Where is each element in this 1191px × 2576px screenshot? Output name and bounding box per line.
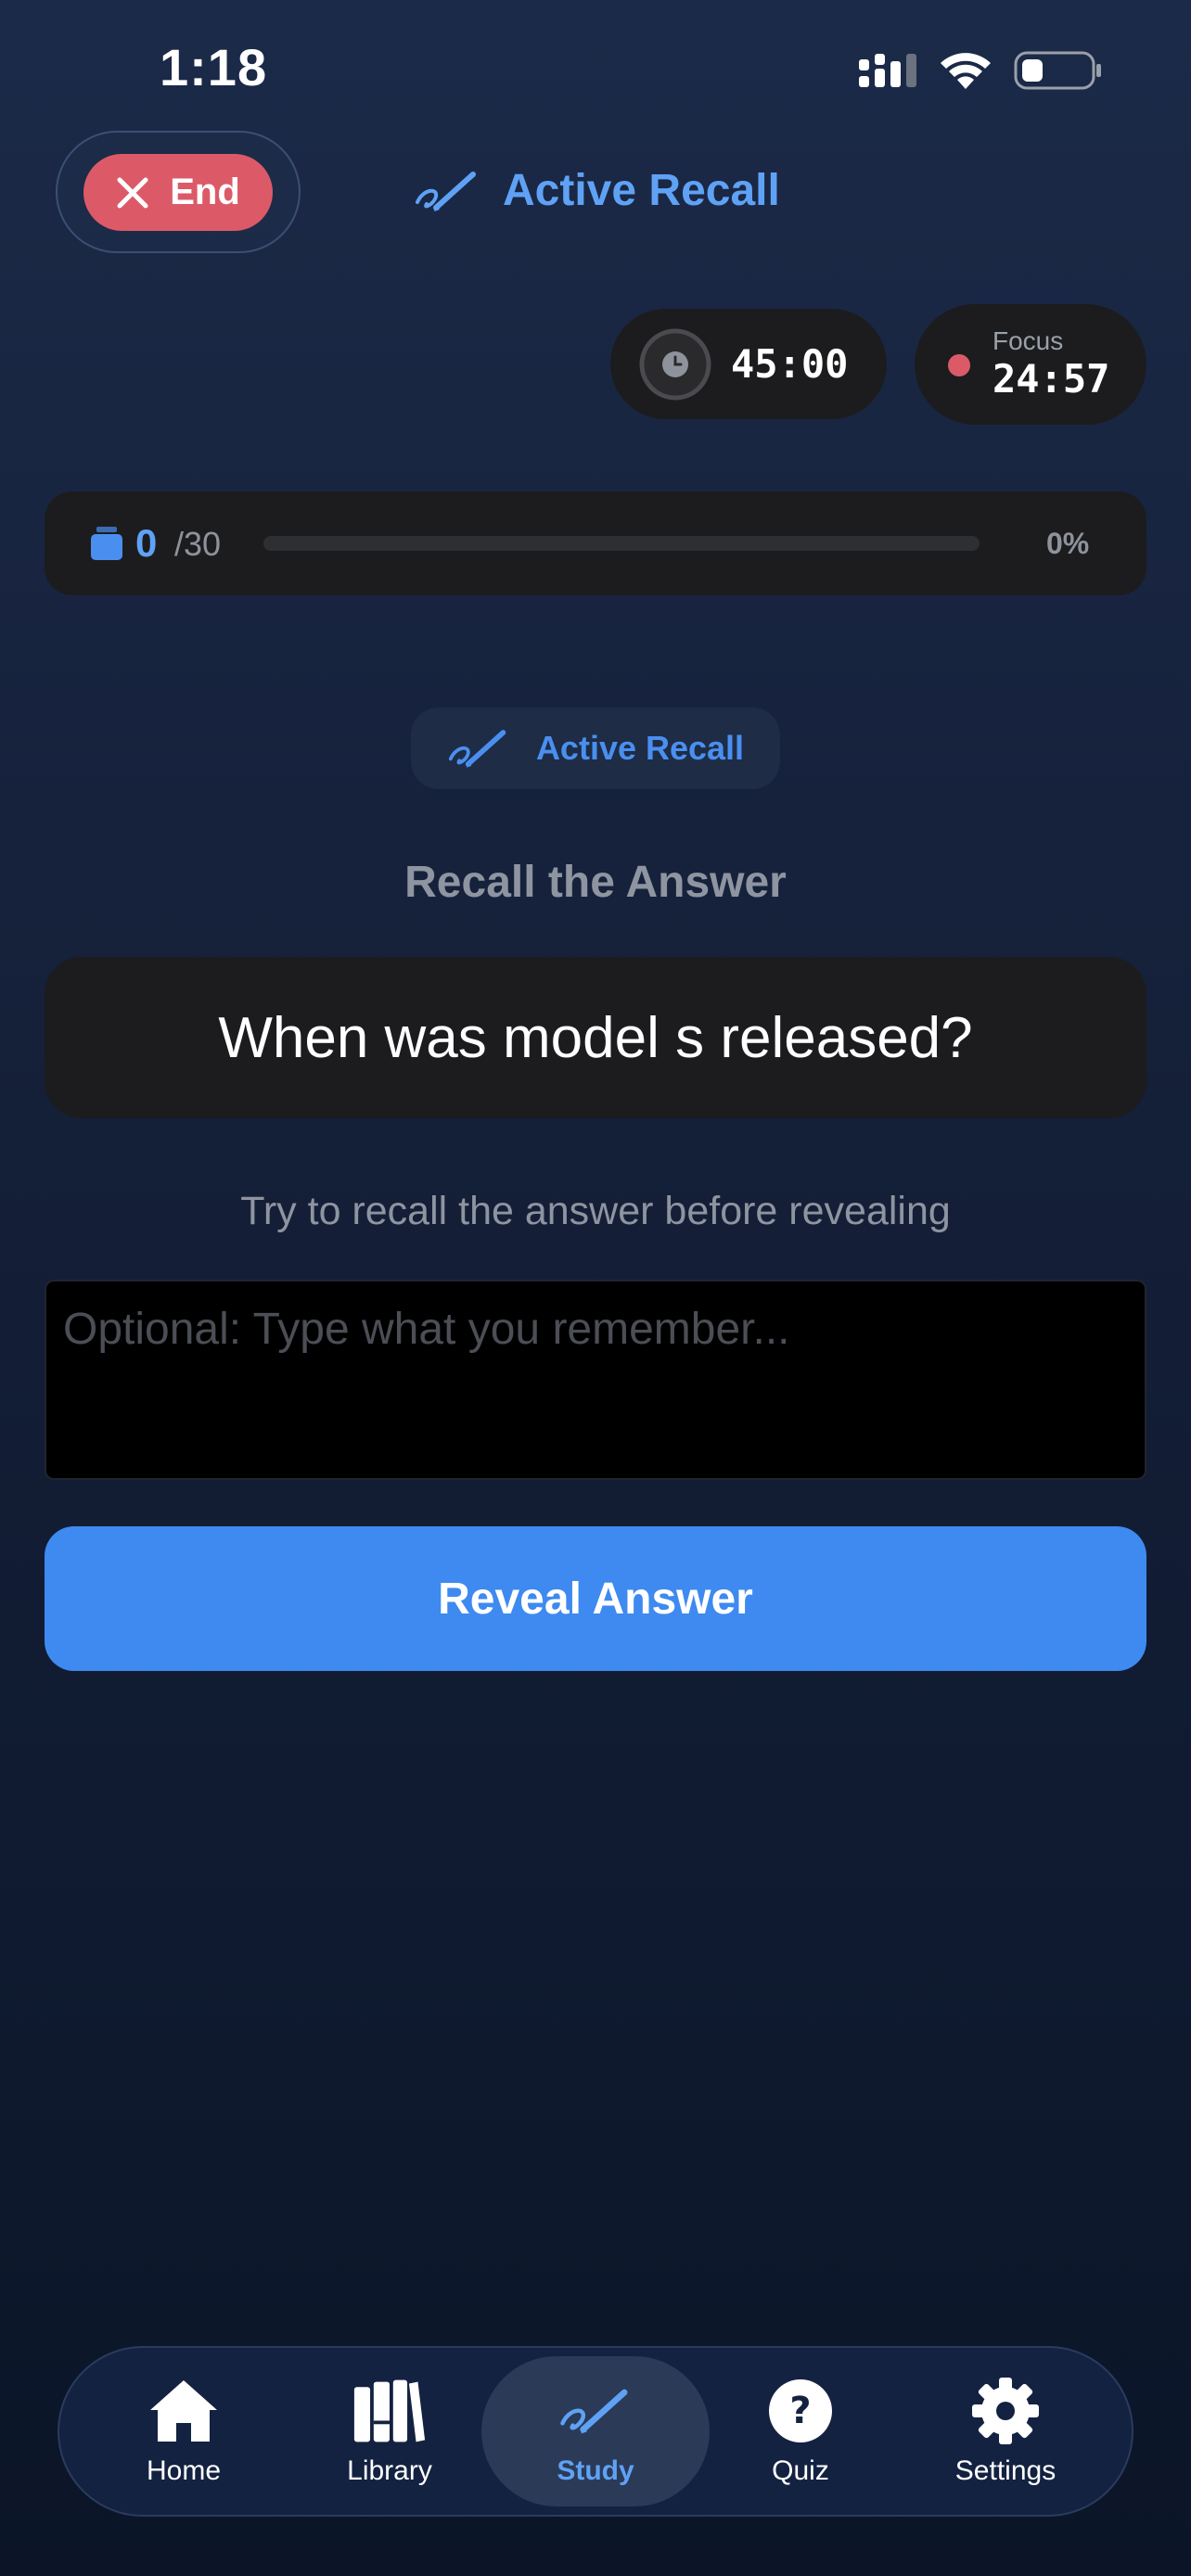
- focus-indicator-dot: [948, 354, 970, 376]
- tab-study-label: Study: [557, 2455, 634, 2486]
- progress-track: [263, 536, 980, 551]
- tab-settings-label: Settings: [954, 2455, 1057, 2486]
- recall-hint: Try to recall the answer before revealin…: [240, 1189, 951, 1233]
- battery-icon: [1014, 51, 1101, 90]
- svg-text:?: ?: [789, 2390, 811, 2432]
- wifi-icon: [941, 53, 991, 89]
- home-icon: [150, 2380, 217, 2442]
- status-time: 1:18: [160, 38, 268, 96]
- progress-total: /30: [174, 525, 222, 563]
- tab-settings[interactable]: Settings: [917, 2374, 1094, 2494]
- reveal-answer-button[interactable]: Reveal Answer: [45, 1526, 1146, 1671]
- focus-timer-value: 24:57: [992, 356, 1110, 402]
- question-circle-icon: ?: [769, 2379, 832, 2442]
- pencil-scribble-icon: [448, 730, 506, 768]
- tab-study[interactable]: Study: [507, 2374, 684, 2494]
- pencil-scribble-icon: [416, 171, 476, 211]
- reveal-answer-label: Reveal Answer: [438, 1574, 753, 1624]
- gear-icon: [972, 2378, 1039, 2444]
- header-title: Active Recall: [414, 165, 780, 216]
- session-timer[interactable]: 45:00: [610, 309, 887, 419]
- answer-input[interactable]: [45, 1280, 1146, 1480]
- tab-home[interactable]: Home: [96, 2374, 272, 2494]
- library-icon: [353, 2379, 426, 2442]
- progress-percent: 0%: [1046, 527, 1090, 560]
- cellular-signal-icon: [859, 54, 916, 87]
- end-session-button[interactable]: End: [83, 154, 273, 231]
- question-text: When was model s released?: [218, 1005, 973, 1070]
- tab-home-label: Home: [146, 2455, 222, 2486]
- header-title-label: Active Recall: [503, 166, 780, 215]
- mode-chip: Active Recall: [411, 708, 780, 789]
- progress-current: 0: [135, 521, 158, 565]
- close-icon: [117, 177, 148, 208]
- tab-library[interactable]: Library: [301, 2374, 478, 2494]
- tab-quiz-label: Quiz: [772, 2455, 829, 2486]
- card-stack-icon: [91, 527, 122, 560]
- pencil-scribble-icon: [560, 2389, 628, 2434]
- clock-icon: [639, 328, 711, 400]
- focus-timer-label: Focus: [992, 326, 1064, 355]
- mode-chip-label: Active Recall: [535, 729, 745, 767]
- prompt-title: Recall the Answer: [404, 858, 787, 907]
- end-button-label: End: [170, 172, 240, 212]
- tab-quiz[interactable]: ? Quiz: [712, 2374, 889, 2494]
- question-card: When was model s released?: [45, 957, 1146, 1118]
- tab-library-label: Library: [347, 2455, 432, 2486]
- session-timer-value: 45:00: [731, 341, 849, 387]
